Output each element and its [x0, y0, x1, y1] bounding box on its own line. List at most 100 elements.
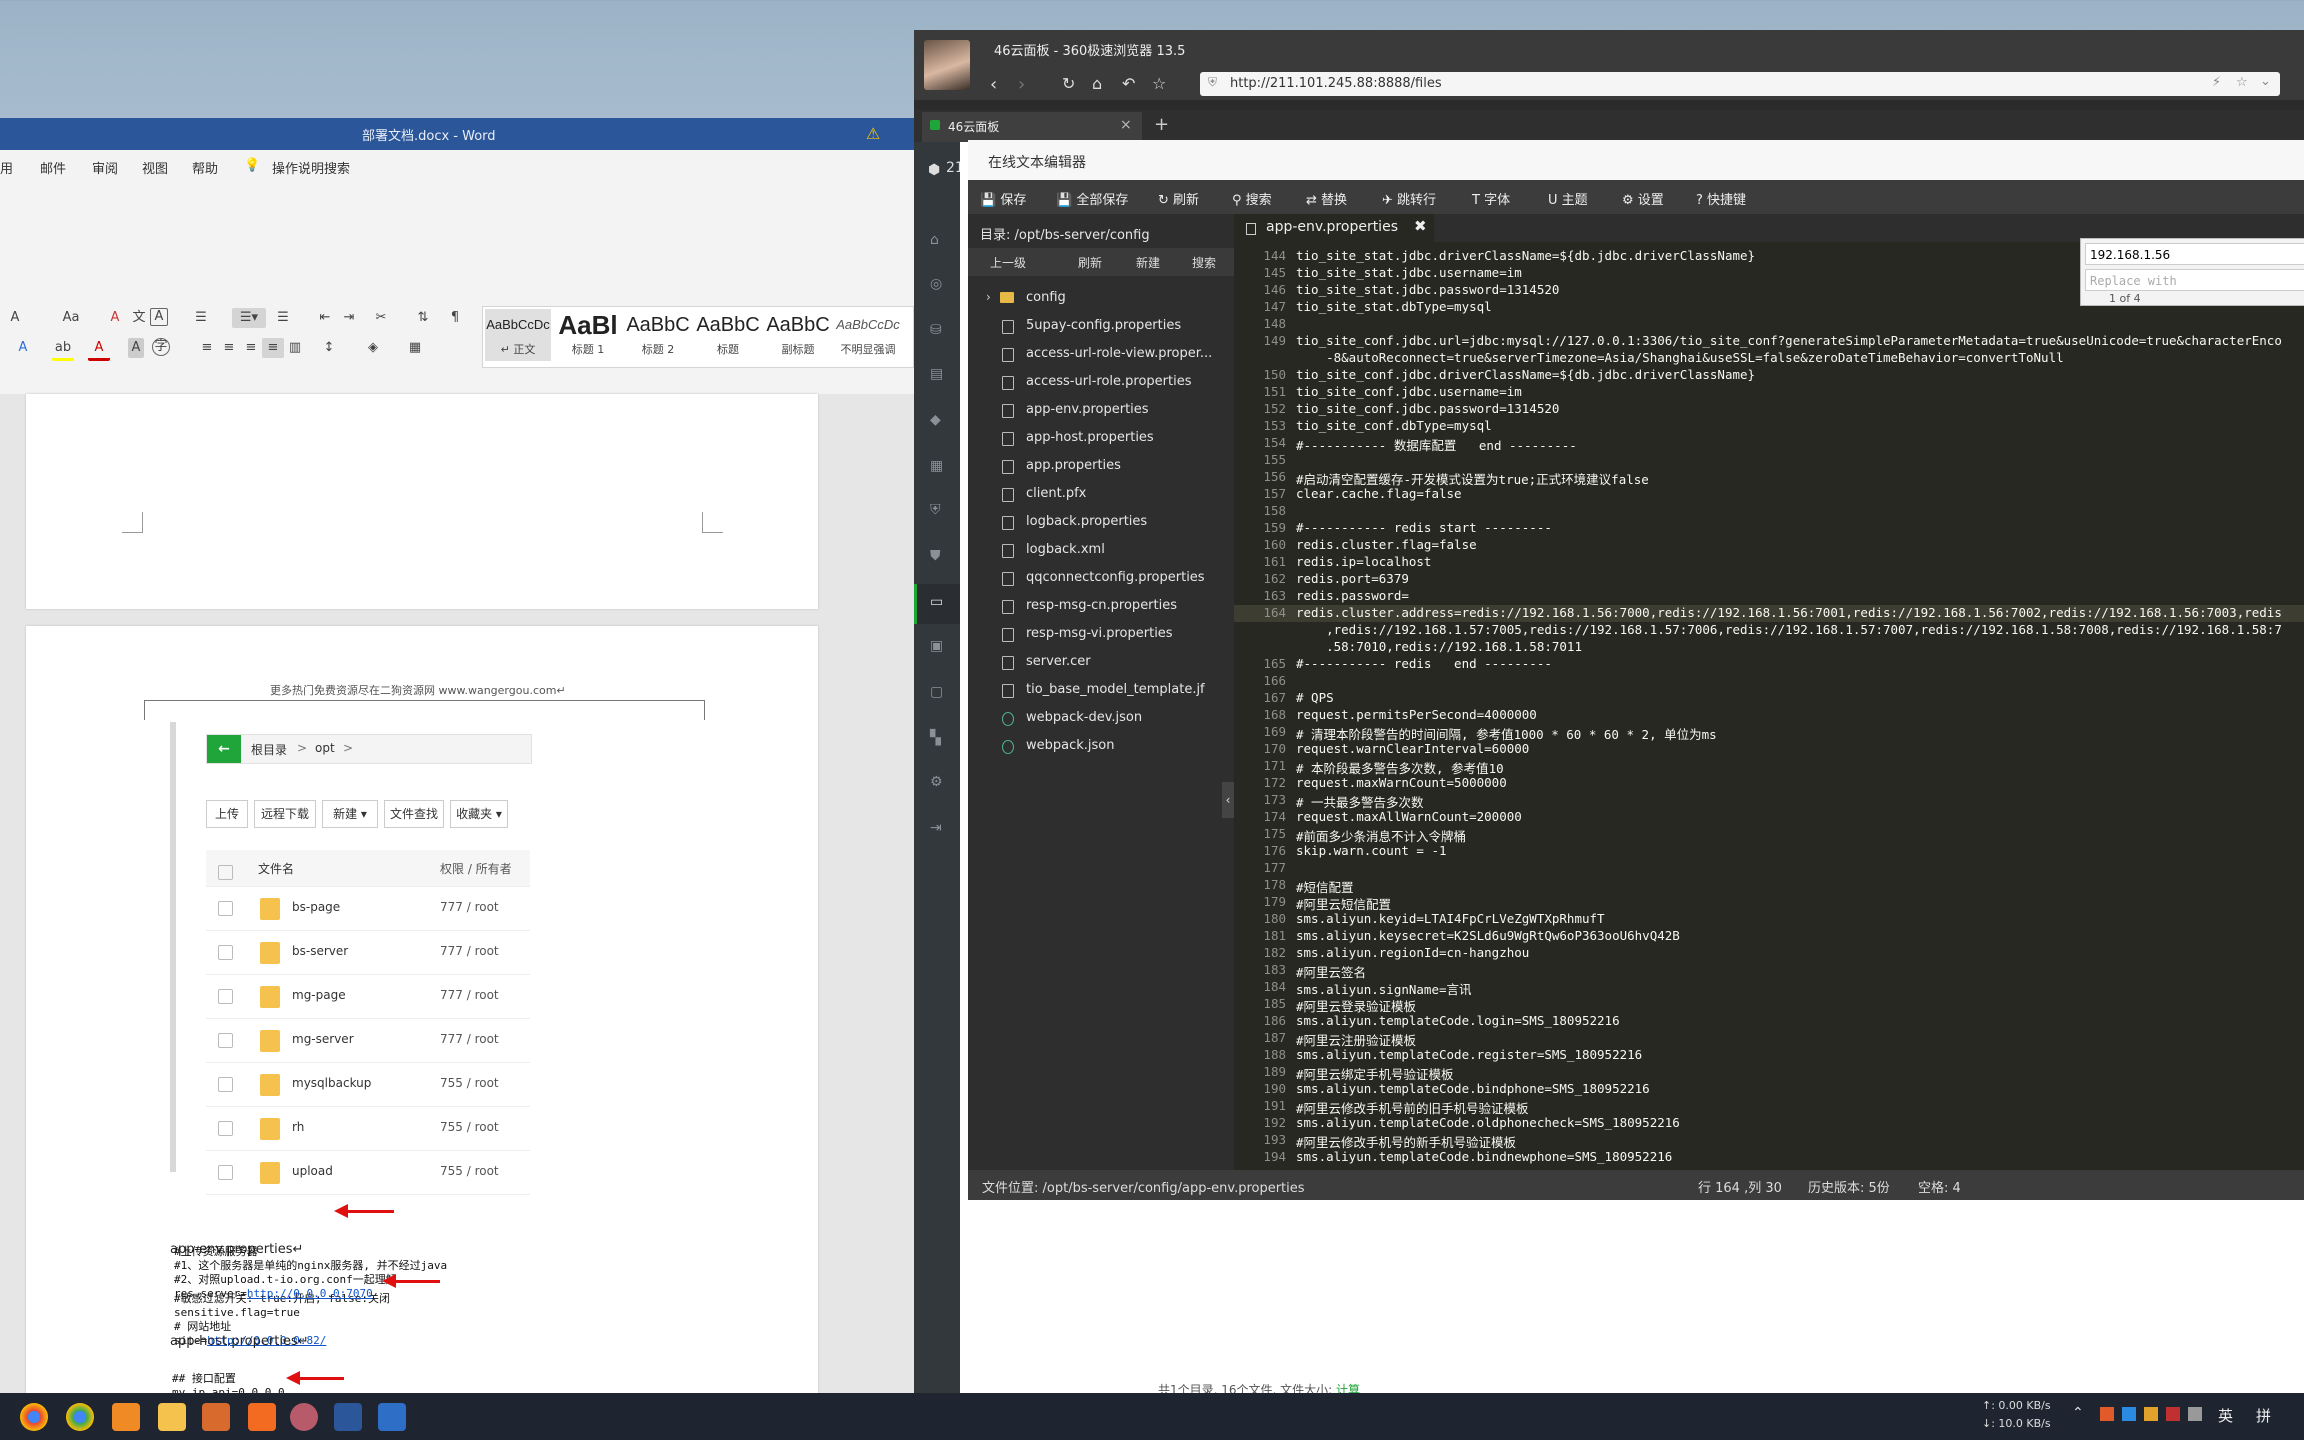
code-line[interactable]: -8&autoReconnect=true&serverTimezone=Asi…	[1234, 350, 2304, 367]
style-heading2[interactable]: AaBbC 标题 2	[625, 309, 691, 361]
code-line[interactable]: 186 sms.aliyun.templateCode.login=SMS_180…	[1234, 1013, 2304, 1030]
security-nav-icon[interactable]: ⛨	[930, 502, 941, 518]
multilevel-list-icon[interactable]: ☰	[272, 308, 294, 328]
style-title[interactable]: AaBbC 标题	[695, 309, 761, 361]
file-item[interactable]: access-url-role.properties	[986, 368, 1232, 396]
font-color-icon[interactable]: A	[88, 338, 110, 361]
360-browser-icon[interactable]	[290, 1403, 318, 1431]
chinese-layout-icon[interactable]: ✂	[370, 308, 392, 328]
word-icon[interactable]	[334, 1403, 362, 1431]
code-line[interactable]: 190 sms.aliyun.templateCode.bindphone=SMS…	[1234, 1081, 2304, 1098]
undo-icon[interactable]: ↶	[1122, 74, 1135, 93]
justify-icon[interactable]: ≡	[262, 338, 284, 358]
code-line[interactable]: 184 sms.aliyun.signName=言讯	[1234, 979, 2304, 997]
code-line[interactable]: 164 redis.cluster.address=redis://192.168…	[1234, 605, 2304, 622]
file-item[interactable]: resp-msg-cn.properties	[986, 592, 1232, 620]
file-item[interactable]: qqconnectconfig.properties	[986, 564, 1232, 592]
code-line[interactable]: 179 #阿里云短信配置	[1234, 894, 2304, 912]
tray-app-icon[interactable]	[2188, 1407, 2202, 1421]
code-line[interactable]: 165 #----------- redis end ---------	[1234, 656, 2304, 673]
phonetic-icon[interactable]: 文	[128, 308, 150, 328]
home-nav-icon[interactable]: ⌂	[930, 232, 939, 248]
highlight-icon[interactable]: ab	[52, 338, 74, 361]
file-item[interactable]: client.pfx	[986, 480, 1232, 508]
line-spacing-icon[interactable]: ↕	[318, 338, 340, 358]
save-all-button[interactable]: 💾 全部保存	[1056, 189, 1128, 208]
search-button[interactable]: ⚲ 搜索	[1232, 189, 1272, 208]
file-item[interactable]: logback.xml	[986, 536, 1232, 564]
file-tab[interactable]: app-env.properties ✖	[1234, 214, 1434, 242]
code-line[interactable]: ,redis://192.168.1.57:7005,redis://192.1…	[1234, 622, 2304, 639]
file-tab-close-icon[interactable]: ✖	[1414, 217, 1427, 235]
code-line[interactable]: 174 request.maxAllWarnCount=200000	[1234, 809, 2304, 826]
replace-input[interactable]: Replace with	[2085, 269, 2304, 291]
code-line[interactable]: 155	[1234, 452, 2304, 469]
apps-nav-icon[interactable]: ▚	[930, 730, 941, 746]
terminal-nav-icon[interactable]: ▢	[930, 684, 943, 700]
tab-close-icon[interactable]: ×	[1120, 117, 1132, 133]
borders-icon[interactable]: ▦	[404, 338, 426, 358]
forward-icon[interactable]: ›	[1018, 74, 1025, 95]
code-line[interactable]: 166	[1234, 673, 2304, 690]
tab-view[interactable]: 视图	[142, 158, 168, 177]
dropdown-icon[interactable]: ⌄	[2260, 74, 2271, 89]
settings-nav-icon[interactable]: ⚙	[930, 774, 943, 790]
res-link[interactable]: http://0.0.0.0:7070	[247, 1287, 373, 1300]
tab-help[interactable]: 帮助	[192, 158, 218, 177]
font-button[interactable]: T 字体	[1472, 189, 1510, 208]
style-subtitle[interactable]: AaBbC 副标题	[765, 309, 831, 361]
url-bar[interactable]: ⛨ http://211.101.245.88:8888/files ⚡ ☆ ⌄	[1200, 72, 2280, 96]
refresh-button[interactable]: ↻ 刷新	[1158, 189, 1199, 208]
shortcuts-button[interactable]: ? 快捷键	[1696, 189, 1746, 208]
code-line[interactable]: 149 tio_site_conf.jdbc.url=jdbc:mysql://1…	[1234, 333, 2304, 350]
file-item[interactable]: access-url-role-view.proper...	[986, 340, 1232, 368]
code-line[interactable]: 170 request.warnClearInterval=60000	[1234, 741, 2304, 758]
style-heading1[interactable]: AaBl 标题 1	[555, 309, 621, 361]
code-line[interactable]: 193 #阿里云修改手机号的新手机号验证模板	[1234, 1132, 2304, 1150]
code-line[interactable]: 181 sms.aliyun.keysecret=K2SLd6u9WgRtQw6o…	[1234, 928, 2304, 945]
file-explorer-icon[interactable]	[158, 1403, 186, 1431]
file-item[interactable]: app.properties	[986, 452, 1232, 480]
up-level-button[interactable]: 上一级	[990, 254, 1026, 271]
folder-config[interactable]: › config	[986, 284, 1232, 312]
change-case-icon[interactable]: Aa	[60, 308, 82, 328]
code-line[interactable]: 167 # QPS	[1234, 690, 2304, 707]
code-line[interactable]: .58:7010,redis://192.168.1.58:7011	[1234, 639, 2304, 656]
code-line[interactable]: 180 sms.aliyun.keyid=LTAI4FpCrLVeZgWTXpRh…	[1234, 911, 2304, 928]
align-left-icon[interactable]: ≡	[196, 338, 218, 358]
log-nav-icon[interactable]: ▣	[930, 638, 943, 654]
file-item[interactable]: webpack-dev.json	[986, 704, 1232, 732]
search-app-icon[interactable]	[112, 1403, 140, 1431]
sublime-icon[interactable]	[248, 1403, 276, 1431]
ime-mode[interactable]: 拼	[2256, 1405, 2271, 1426]
code-line[interactable]: 171 # 本阶段最多警告多次数, 参考值10	[1234, 758, 2304, 776]
enclose-char-icon[interactable]: 字	[152, 338, 170, 356]
file-item[interactable]: server.cer	[986, 648, 1232, 676]
file-item[interactable]: resp-msg-vi.properties	[986, 620, 1232, 648]
file-item[interactable]: logback.properties	[986, 508, 1232, 536]
text-effect-icon[interactable]: A	[12, 338, 34, 358]
code-line[interactable]: 192 sms.aliyun.templateCode.oldphonecheck…	[1234, 1115, 2304, 1132]
tab-review[interactable]: 审阅	[92, 158, 118, 177]
code-line[interactable]: 168 request.permitsPerSecond=4000000	[1234, 707, 2304, 724]
files-nav-active[interactable]: ▭	[914, 584, 963, 624]
code-line[interactable]: 162 redis.port=6379	[1234, 571, 2304, 588]
tab-mailings[interactable]: 邮件	[40, 158, 66, 177]
new-tab-icon[interactable]: +	[1154, 114, 1169, 135]
code-line[interactable]: 152 tio_site_conf.jdbc.password=1314520	[1234, 401, 2304, 418]
shading-icon[interactable]: ◈	[362, 338, 384, 358]
increase-indent-icon[interactable]: ⇥	[338, 308, 360, 328]
file-item[interactable]: webpack.json	[986, 732, 1232, 760]
code-line[interactable]: 176 skip.warn.count = -1	[1234, 843, 2304, 860]
theme-button[interactable]: U 主题	[1548, 189, 1588, 208]
code-line[interactable]: 169 # 清理本阶段警告的时间间隔, 参考值1000 * 60 * 60 * 2…	[1234, 724, 2304, 742]
code-line[interactable]: 148	[1234, 316, 2304, 333]
code-line[interactable]: 156 #启动清空配置缓存-开发模式设置为true;正式环境建议false	[1234, 469, 2304, 487]
favorite-icon[interactable]: ☆	[2236, 75, 2248, 90]
style-subtle-emphasis[interactable]: AaBbCcDc 不明显强调	[835, 309, 901, 361]
code-line[interactable]: 178 #短信配置	[1234, 877, 2304, 895]
file-item[interactable]: tio_base_model_template.jf	[986, 676, 1232, 704]
ftp-nav-icon[interactable]: ⛁	[930, 322, 942, 338]
code-line[interactable]: 191 #阿里云修改手机号前的旧手机号验证模板	[1234, 1098, 2304, 1116]
code-line[interactable]: 161 redis.ip=localhost	[1234, 554, 2304, 571]
